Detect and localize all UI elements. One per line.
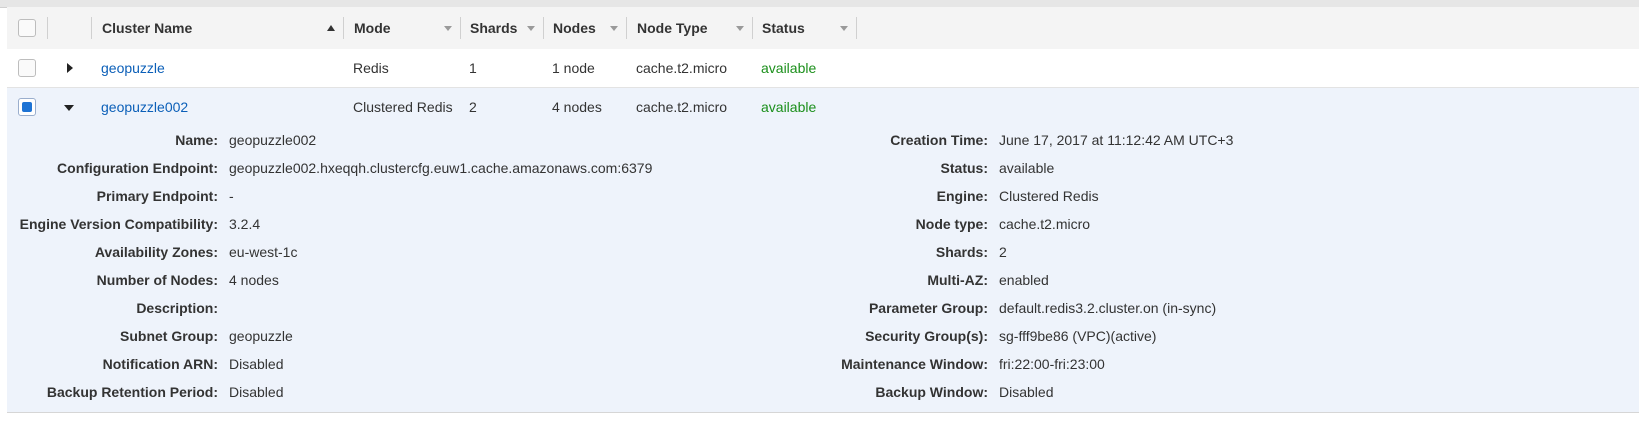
detail-label-description: Description: bbox=[136, 300, 218, 316]
detail-value-subnet-group: geopuzzle bbox=[229, 328, 293, 344]
detail-label-parameter-group: Parameter Group: bbox=[868, 300, 988, 316]
detail-value-number-of-nodes: 4 nodes bbox=[229, 272, 279, 288]
column-divider bbox=[91, 17, 92, 39]
status-badge: available bbox=[761, 60, 817, 76]
cluster-node-type: cache.t2.micro bbox=[636, 99, 728, 115]
detail-value-configuration-endpoint: geopuzzle002.hxeqqh.clustercfg.euw1.cach… bbox=[229, 160, 653, 176]
detail-label-engine: Engine: bbox=[936, 188, 988, 204]
detail-value-node-type: cache.t2.micro bbox=[999, 216, 1091, 232]
detail-label-backup-window: Backup Window: bbox=[875, 384, 988, 400]
column-divider bbox=[47, 17, 48, 39]
detail-value-notification-arn: Disabled bbox=[229, 356, 284, 372]
cluster-name-link[interactable]: geopuzzle002 bbox=[101, 88, 188, 126]
column-label: Nodes bbox=[553, 20, 596, 36]
cluster-mode: Redis bbox=[353, 60, 389, 76]
detail-label-number-of-nodes: Number of Nodes: bbox=[96, 272, 218, 288]
detail-value-maintenance-window: fri:22:00-fri:23:00 bbox=[999, 356, 1105, 372]
column-divider bbox=[856, 17, 857, 39]
detail-label-notification-arn: Notification ARN: bbox=[102, 356, 218, 372]
table-row[interactable]: geopuzzle002 Clustered Redis 2 4 nodes c… bbox=[7, 88, 1639, 127]
column-divider bbox=[343, 17, 344, 39]
detail-value-engine: Clustered Redis bbox=[999, 188, 1099, 204]
detail-label-name: Name: bbox=[175, 132, 218, 148]
column-divider bbox=[460, 17, 461, 39]
chevron-down-icon[interactable] bbox=[444, 26, 452, 31]
row-checkbox[interactable] bbox=[18, 59, 36, 77]
detail-label-availability-zones: Availability Zones: bbox=[94, 244, 218, 260]
column-label: Node Type bbox=[637, 20, 708, 36]
chevron-down-icon[interactable] bbox=[610, 26, 618, 31]
column-divider bbox=[543, 17, 544, 39]
cluster-name-link[interactable]: geopuzzle bbox=[101, 49, 165, 87]
collapse-arrow-down-icon[interactable] bbox=[64, 105, 74, 111]
cluster-nodes: 1 node bbox=[552, 60, 595, 76]
row-checkbox[interactable] bbox=[18, 98, 36, 116]
detail-label-engine-version: Engine Version Compatibility: bbox=[19, 216, 218, 232]
detail-value-backup-window: Disabled bbox=[999, 384, 1054, 400]
column-label: Shards bbox=[470, 20, 518, 36]
detail-value-status: available bbox=[999, 160, 1055, 176]
status-badge: available bbox=[761, 99, 817, 115]
sort-ascending-icon[interactable] bbox=[327, 25, 335, 31]
column-header-status[interactable]: Status bbox=[762, 7, 805, 49]
cluster-nodes: 4 nodes bbox=[552, 99, 602, 115]
column-header-shards[interactable]: Shards bbox=[470, 7, 517, 49]
detail-value-multi-az: enabled bbox=[999, 272, 1049, 288]
column-header-cluster-name[interactable]: Cluster Name bbox=[102, 7, 192, 49]
select-all-checkbox[interactable] bbox=[18, 19, 36, 37]
table-header: Cluster Name Mode Shards Nodes Node Type… bbox=[7, 7, 1639, 50]
detail-value-primary-endpoint: - bbox=[229, 188, 234, 204]
column-label: Status bbox=[762, 20, 805, 36]
cluster-details-panel: Name: geopuzzle002 Configuration Endpoin… bbox=[7, 126, 1639, 413]
detail-label-primary-endpoint: Primary Endpoint: bbox=[96, 188, 218, 204]
detail-label-subnet-group: Subnet Group: bbox=[120, 328, 218, 344]
detail-value-engine-version: 3.2.4 bbox=[229, 216, 261, 232]
detail-label-backup-retention: Backup Retention Period: bbox=[46, 384, 218, 400]
cluster-node-type: cache.t2.micro bbox=[636, 60, 728, 76]
detail-value-creation-time: June 17, 2017 at 11:12:42 AM UTC+3 bbox=[999, 132, 1234, 148]
column-divider bbox=[752, 17, 753, 39]
detail-label-multi-az: Multi-AZ: bbox=[927, 272, 988, 288]
detail-value-shards: 2 bbox=[999, 244, 1007, 260]
detail-value-name: geopuzzle002 bbox=[229, 132, 317, 148]
column-label: Cluster Name bbox=[102, 20, 193, 36]
detail-value-backup-retention: Disabled bbox=[229, 384, 284, 400]
detail-label-status: Status: bbox=[940, 160, 988, 176]
expand-arrow-right-icon[interactable] bbox=[67, 63, 73, 73]
detail-label-node-type: Node type: bbox=[915, 216, 988, 232]
column-label: Mode bbox=[354, 20, 391, 36]
column-header-mode[interactable]: Mode bbox=[354, 7, 391, 49]
chevron-down-icon[interactable] bbox=[840, 26, 848, 31]
detail-value-security-groups: sg-fff9be86 (VPC)(active) bbox=[999, 328, 1157, 344]
detail-value-parameter-group: default.redis3.2.cluster.on (in-sync) bbox=[999, 300, 1217, 316]
detail-label-shards: Shards: bbox=[935, 244, 988, 260]
detail-label-configuration-endpoint: Configuration Endpoint: bbox=[57, 160, 218, 176]
column-divider bbox=[626, 17, 627, 39]
detail-label-maintenance-window: Maintenance Window: bbox=[841, 356, 988, 372]
detail-label-creation-time: Creation Time: bbox=[890, 132, 988, 148]
column-header-nodes[interactable]: Nodes bbox=[553, 7, 596, 49]
chevron-down-icon[interactable] bbox=[736, 26, 744, 31]
cluster-shards: 1 bbox=[469, 60, 477, 76]
detail-value-availability-zones: eu-west-1c bbox=[229, 244, 298, 260]
column-header-node-type[interactable]: Node Type bbox=[637, 7, 708, 49]
table-row[interactable]: geopuzzle Redis 1 1 node cache.t2.micro … bbox=[7, 49, 1639, 88]
cluster-shards: 2 bbox=[469, 99, 477, 115]
cluster-mode: Clustered Redis bbox=[353, 99, 453, 115]
detail-label-security-groups: Security Group(s): bbox=[865, 328, 988, 344]
chevron-down-icon[interactable] bbox=[527, 26, 535, 31]
